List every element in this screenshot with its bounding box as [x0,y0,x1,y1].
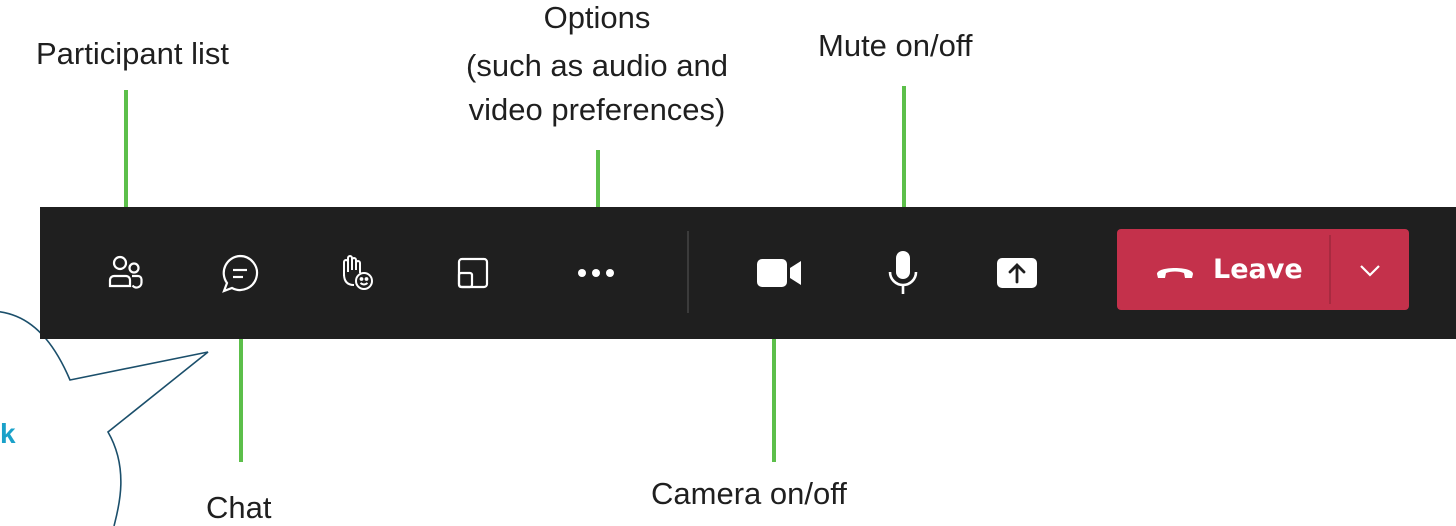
raise-hand-emoji-icon [343,255,373,290]
toolbar-divider [687,231,689,313]
more-options-button[interactable] [568,245,624,301]
options-label-line-1: Options [543,0,651,35]
chat-button[interactable] [212,245,268,301]
participants-button[interactable] [97,245,153,301]
participant-list-label: Participant list [36,36,229,71]
chat-label: Chat [206,490,272,525]
chevron-down-icon [1360,264,1380,277]
leave-options-dropdown[interactable] [1331,229,1409,310]
microphone-button[interactable] [875,245,931,301]
reactions-button[interactable] [329,245,385,301]
leave-button[interactable]: Leave [1117,229,1329,310]
options-label-line-3: video preferences) [468,92,726,127]
view-button[interactable] [445,245,501,301]
meeting-toolbar: Leave [40,207,1456,339]
pointer-options [596,150,600,208]
leave-label: Leave [1213,254,1303,285]
share-button[interactable] [989,245,1045,301]
hang-up-phone-icon [1157,267,1193,278]
callout-partial-text: k [0,418,16,449]
microphone-icon [888,251,918,294]
leave-button-group: Leave [1117,229,1409,310]
chat-bubble-icon [222,254,259,293]
video-camera-icon [757,259,801,287]
pointer-participants [124,90,128,208]
camera-label: Camera on/off [651,476,847,511]
pointer-chat [239,338,243,462]
ellipsis-icon [578,269,614,277]
options-label-line-2: (such as audio and [466,48,728,83]
pointer-mute [902,86,906,208]
share-screen-icon [997,258,1037,288]
camera-button[interactable] [751,245,807,301]
mute-label: Mute on/off [818,28,973,63]
people-icon [108,255,143,289]
layout-icon [457,257,489,289]
pointer-camera [772,338,776,462]
